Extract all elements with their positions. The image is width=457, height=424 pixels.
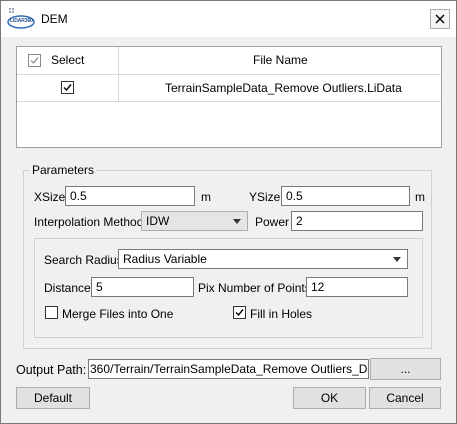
ysize-unit: m bbox=[415, 190, 425, 204]
ysize-label: YSize bbox=[249, 190, 281, 204]
fill-in-holes-label[interactable]: Fill in Holes bbox=[250, 307, 312, 321]
ok-button[interactable]: OK bbox=[293, 387, 366, 409]
select-column-header[interactable]: Select bbox=[17, 47, 119, 75]
chevron-down-icon bbox=[233, 219, 241, 224]
select-all-checkbox[interactable] bbox=[28, 54, 41, 67]
search-radius-select[interactable]: Radius Variable bbox=[118, 249, 408, 269]
merge-files-label[interactable]: Merge Files into One bbox=[62, 307, 173, 321]
output-path-input[interactable]: 360/Terrain/TerrainSampleData_Remove Out… bbox=[88, 359, 369, 379]
parameters-group-label: Parameters bbox=[30, 163, 97, 177]
distance-label: Distance bbox=[44, 281, 91, 295]
interpolation-method-select[interactable]: IDW bbox=[141, 211, 248, 231]
number-of-points-label: Number of Points bbox=[218, 281, 311, 295]
distance-unit: Pix bbox=[198, 281, 215, 295]
xsize-input[interactable]: 0.5 bbox=[65, 186, 195, 206]
output-path-label: Output Path: bbox=[16, 363, 87, 377]
close-icon bbox=[435, 14, 445, 24]
close-button[interactable] bbox=[430, 9, 450, 29]
select-header-label: Select bbox=[51, 53, 85, 67]
title-bar: LiDAR360 DEM bbox=[1, 1, 456, 37]
number-of-points-input[interactable]: 12 bbox=[306, 277, 408, 297]
table-row-file-cell[interactable]: TerrainSampleData_Remove Outliers.LiData bbox=[119, 75, 441, 102]
power-input[interactable]: 2 bbox=[291, 211, 423, 231]
xsize-label: XSize bbox=[34, 190, 66, 204]
logo-text: LiDAR360 bbox=[10, 18, 33, 24]
row-select-checkbox[interactable] bbox=[61, 81, 74, 94]
window-title: DEM bbox=[41, 12, 68, 26]
file-table: Select File Name TerrainSampleData_Remov… bbox=[16, 46, 442, 148]
ysize-input[interactable]: 0.5 bbox=[281, 186, 410, 206]
distance-input[interactable]: 5 bbox=[91, 277, 194, 297]
search-radius-label: Search Radius bbox=[44, 253, 123, 267]
power-label: Power bbox=[255, 215, 290, 229]
dem-dialog: LiDAR360 DEM Select File Name TerrainSam… bbox=[0, 0, 457, 424]
default-button[interactable]: Default bbox=[16, 387, 90, 409]
checkmark-icon bbox=[235, 309, 244, 317]
interpolation-method-label: Interpolation Method bbox=[34, 215, 144, 229]
file-name-column-header[interactable]: File Name bbox=[119, 47, 441, 75]
file-name-value: TerrainSampleData_Remove Outliers.LiData bbox=[165, 81, 402, 95]
fill-in-holes-checkbox[interactable] bbox=[233, 306, 246, 319]
search-radius-value: Radius Variable bbox=[123, 252, 207, 266]
browse-button[interactable]: ... bbox=[370, 358, 441, 380]
xsize-unit: m bbox=[201, 190, 211, 204]
table-row-select-cell[interactable] bbox=[17, 75, 119, 102]
interpolation-method-value: IDW bbox=[146, 214, 170, 228]
cancel-button[interactable]: Cancel bbox=[369, 387, 441, 409]
file-name-header-label: File Name bbox=[253, 53, 308, 67]
checkmark-icon bbox=[30, 57, 39, 65]
chevron-down-icon bbox=[393, 257, 401, 262]
lidar360-logo-icon: LiDAR360 bbox=[7, 8, 39, 30]
merge-files-checkbox[interactable] bbox=[45, 306, 58, 319]
checkmark-icon bbox=[63, 84, 72, 92]
